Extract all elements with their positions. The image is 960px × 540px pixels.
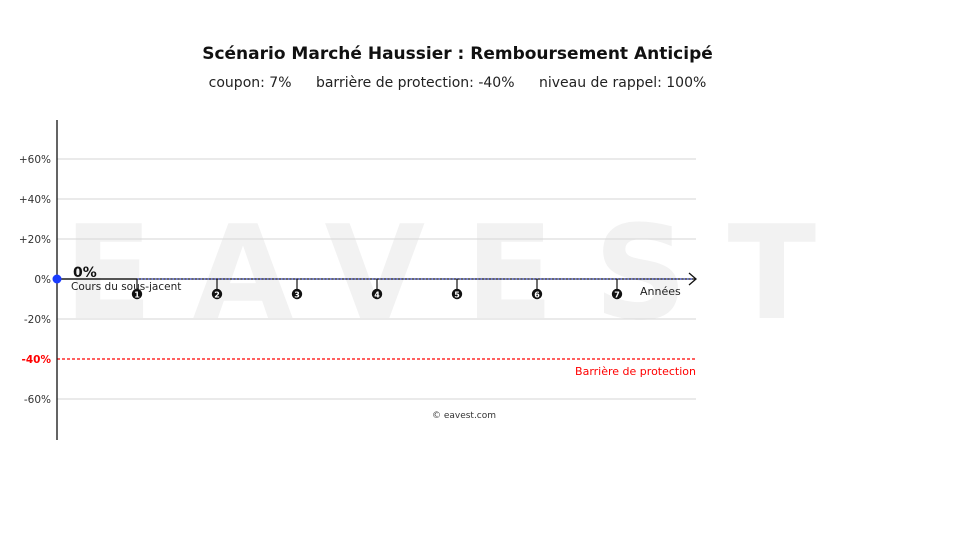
year-marker-label: 6 — [534, 290, 540, 299]
y-tick-label: 0% — [34, 274, 51, 286]
y-tick-label: -60% — [24, 394, 51, 406]
year-marker-label: 2 — [214, 290, 220, 299]
y-tick-label: -40% — [22, 354, 52, 366]
year-marker-label: 5 — [454, 290, 460, 299]
y-tick-label: -20% — [24, 314, 51, 326]
watermark: EAVEST — [64, 197, 856, 349]
copyright-label: © eavest.com — [432, 411, 496, 421]
start-point — [52, 274, 62, 284]
year-marker-label: 3 — [294, 290, 300, 299]
watermark-text: EAVEST — [64, 197, 856, 349]
x-axis-label: Années — [640, 285, 681, 298]
chart: EAVEST +60%+40%+20%0%-20%-40%-60% 123456… — [19, 120, 856, 440]
year-marker-label: 7 — [614, 290, 620, 299]
y-tick-label: +60% — [19, 154, 51, 166]
year-marker-label: 4 — [374, 290, 380, 299]
y-tick-label: +20% — [19, 234, 51, 246]
barrier-label: Barrière de protection — [575, 365, 696, 378]
y-axis-ticks: +60% +40% +20% 0% -20% -40% -60% — [19, 154, 52, 406]
y-tick-label: +40% — [19, 194, 51, 206]
series-name-label: Cours du sous-jacent — [71, 281, 181, 293]
start-value-label: 0% — [73, 265, 97, 281]
